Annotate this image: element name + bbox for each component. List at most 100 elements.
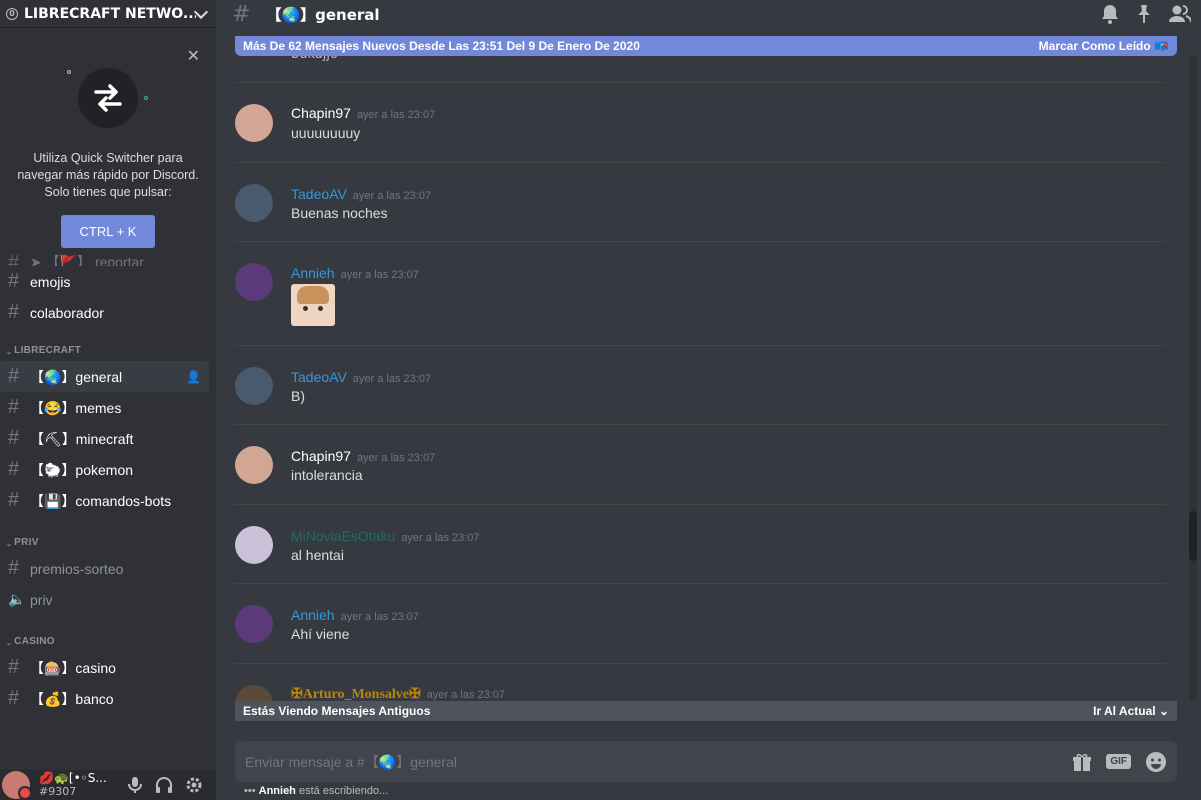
channel-emojis[interactable]: # emojis	[0, 266, 209, 297]
channel-label: 【🌏】general	[30, 368, 123, 385]
channel-label: ➤ 【🚩】 reportar	[30, 254, 144, 266]
quick-switcher-button[interactable]: CTRL + K	[60, 215, 156, 248]
gift-icon[interactable]	[1072, 752, 1092, 772]
sparkle-icon	[144, 96, 148, 100]
message[interactable]: Chapin97 ayer a las 23:07 intolerancia	[235, 424, 1165, 504]
message[interactable]: Annieh ayer a las 23:07	[235, 241, 1165, 345]
jump-to-present-button[interactable]: Ir Al Actual ⌄	[1093, 704, 1169, 718]
author-name: Annieh	[291, 607, 335, 623]
message-time: ayer a las 23:07	[401, 532, 480, 544]
message-author[interactable]: TadeoAV ayer a las 23:07	[291, 186, 431, 202]
message-author[interactable]: Chapin97 ayer a las 23:07	[291, 448, 435, 464]
mark-read-icon: 📪	[1154, 39, 1169, 53]
message[interactable]: Chapin97 ayer a las 23:07 uuuuuuuuy	[235, 82, 1165, 162]
message-composer[interactable]: Enviar mensaje a #【🌏】general GIF	[235, 741, 1177, 782]
sticker-image[interactable]	[291, 284, 335, 326]
message-input[interactable]: Enviar mensaje a #【🌏】general	[245, 752, 1072, 772]
channel-colaborador[interactable]: # colaborador	[0, 297, 209, 328]
message-author[interactable]: Chapin97 ayer a las 23:07	[291, 105, 435, 121]
typing-dots-icon: •••	[244, 785, 256, 797]
avatar[interactable]	[235, 263, 273, 301]
hash-icon: #	[8, 252, 20, 266]
emoji-icon[interactable]	[1145, 751, 1167, 773]
channel-reportar[interactable]: # ➤ 【🚩】 reportar	[0, 252, 209, 266]
category-priv[interactable]: ⌄ PRIV	[0, 526, 216, 548]
channel-premios-sorteo[interactable]: # premios-sorteo	[0, 553, 209, 584]
header-toolbar	[1101, 4, 1191, 24]
message[interactable]: TadeoAV ayer a las 23:07 B)	[235, 345, 1165, 424]
hash-icon: #	[8, 489, 20, 511]
avatar[interactable]	[235, 685, 273, 701]
avatar[interactable]	[2, 771, 32, 800]
scrollbar[interactable]	[1189, 56, 1197, 701]
category-label: LIBRECRAFT	[14, 345, 82, 356]
channel-label: 【🐑】pokemon	[30, 461, 134, 478]
mark-as-read-button[interactable]: Marcar Como Leído 📪	[1039, 39, 1169, 53]
avatar[interactable]	[235, 367, 273, 405]
channel-title: 【🌏】general	[266, 5, 380, 24]
category-librecraft[interactable]: ⌄ LIBRECRAFT	[0, 334, 216, 356]
message-time: ayer a las 23:07	[340, 611, 419, 623]
message-author[interactable]: Annieh ayer a las 23:07	[291, 265, 419, 281]
avatar[interactable]	[235, 184, 273, 222]
channel-label: priv	[30, 591, 53, 608]
avatar[interactable]	[235, 605, 273, 643]
message[interactable]: MiNoviaEsOtaku ayer a las 23:07 al hentai	[235, 504, 1165, 583]
category-casino[interactable]: ⌄ CASINO	[0, 625, 216, 647]
message-content: al hentai	[291, 547, 344, 563]
user-info[interactable]: 💋🐢[•◦S... #9307	[39, 772, 123, 799]
message-author[interactable]: TadeoAV ayer a las 23:07	[291, 369, 431, 385]
channel-minecraft[interactable]: # 【⛏】minecraft	[0, 423, 209, 454]
message[interactable]: ✠Arturo_Monsalve✠ ayer a las 23:07	[235, 663, 1165, 701]
chevron-down-icon[interactable]	[193, 4, 209, 19]
channel-banco[interactable]: # 【💰】banco	[0, 683, 209, 714]
channel-comandos-bots[interactable]: # 【💾】comandos-bots	[0, 485, 209, 516]
user-tag: #9307	[39, 785, 77, 798]
channel-general[interactable]: # 【🌏】general 👤	[0, 361, 209, 392]
typing-user: Annieh	[258, 785, 296, 797]
message-content: Ahí viene	[291, 626, 350, 642]
gif-button[interactable]: GIF	[1106, 754, 1131, 769]
members-icon[interactable]	[1169, 4, 1191, 24]
message[interactable]: Annieh ayer a las 23:07 Ahí viene	[235, 583, 1165, 663]
pin-icon[interactable]	[1135, 4, 1153, 24]
channel-label: premios-sorteo	[30, 560, 124, 577]
message-content: Buenas noches	[291, 205, 388, 221]
message-content: intolerancia	[291, 467, 363, 483]
message-author[interactable]: Annieh ayer a las 23:07	[291, 607, 419, 623]
scrollbar-thumb[interactable]	[1189, 511, 1197, 561]
channel-label: 【😂】memes	[30, 399, 122, 416]
channel-pokemon[interactable]: # 【🐑】pokemon	[0, 454, 209, 485]
channel-list: # ➤ 【🚩】 reportar # emojis # colaborador …	[0, 252, 216, 714]
chevron-down-icon: ⌄	[1158, 704, 1169, 718]
message[interactable]: TadeoAV ayer a las 23:07 Buenas noches	[235, 162, 1165, 241]
avatar[interactable]	[235, 104, 273, 142]
bell-icon[interactable]	[1101, 4, 1119, 24]
category-label: PRIV	[14, 537, 39, 548]
server-header[interactable]: 0 LIBRECRAFT NETWO...	[0, 0, 216, 28]
author-name: ✠Arturo_Monsalve✠	[291, 687, 421, 701]
hash-icon: #	[8, 458, 20, 480]
message-author[interactable]: ✠Arturo_Monsalve✠ ayer a las 23:07	[291, 686, 505, 701]
close-icon[interactable]: ✕	[187, 46, 200, 65]
channel-priv[interactable]: 🔈 priv	[0, 584, 209, 615]
old-messages-bar[interactable]: Estás Viendo Mensajes Antiguos Ir Al Act…	[235, 701, 1177, 721]
message-time: ayer a las 23:07	[352, 190, 432, 202]
channel-label: 【⛏】minecraft	[30, 430, 134, 447]
channel-casino[interactable]: # 【🎰】casino	[0, 652, 209, 683]
chevron-down-icon: ⌄	[6, 640, 13, 647]
microphone-icon[interactable]	[127, 776, 143, 794]
hash-icon: #	[8, 557, 20, 579]
avatar[interactable]	[235, 526, 273, 564]
message-author[interactable]: MiNoviaEsOtaku ayer a las 23:07	[291, 528, 480, 544]
server-badge: 0	[6, 7, 18, 20]
avatar[interactable]	[235, 446, 273, 484]
jump-to-present-label: Ir Al Actual	[1093, 704, 1156, 718]
chevron-down-icon: ⌄	[6, 541, 13, 548]
headphones-icon[interactable]	[155, 776, 173, 794]
new-messages-bar[interactable]: Más De 62 Mensajes Nuevos Desde Las 23:5…	[235, 36, 1177, 56]
channel-memes[interactable]: # 【😂】memes	[0, 392, 209, 423]
gear-icon[interactable]	[185, 776, 203, 794]
invite-icon[interactable]: 👤	[186, 370, 201, 384]
hash-icon: #	[8, 270, 20, 292]
